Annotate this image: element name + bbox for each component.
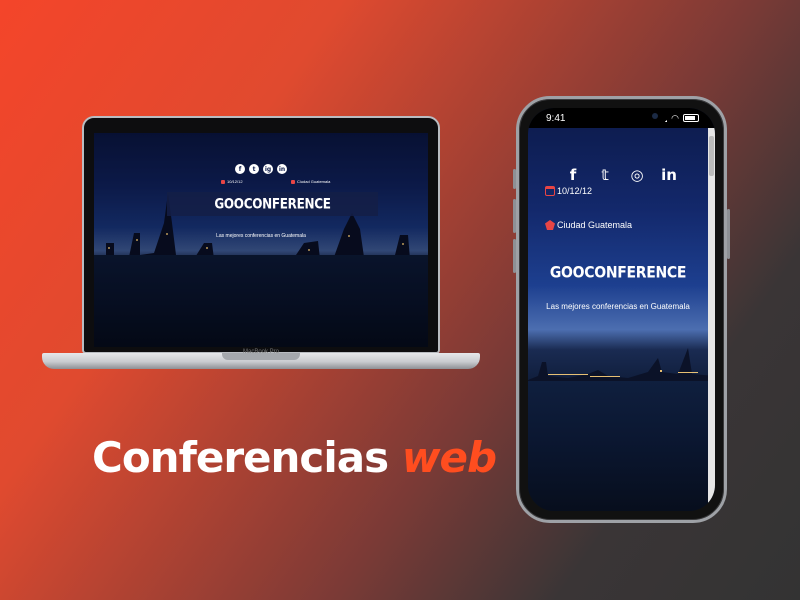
laptop-base: [42, 353, 480, 369]
river: [528, 381, 715, 511]
power-button: [727, 209, 730, 259]
event-location: Ciudad Guatemala: [545, 220, 632, 230]
calendar-icon: [545, 186, 555, 196]
twitter-icon[interactable]: t: [249, 164, 259, 174]
scrollbar[interactable]: [708, 128, 715, 511]
laptop-mockup: f t ig in 10/12/12 Ciudad Guatemala GOOC…: [82, 116, 440, 354]
facebook-icon[interactable]: f: [564, 166, 582, 184]
laptop-social-links: f t ig in: [94, 164, 428, 174]
headline-accent: web: [401, 433, 497, 482]
headline: Conferencias web: [92, 433, 497, 482]
event-date: 10/12/12: [221, 179, 243, 184]
linkedin-icon[interactable]: in: [277, 164, 287, 174]
laptop-screen: f t ig in 10/12/12 Ciudad Guatemala GOOC…: [94, 133, 428, 347]
site-tagline: Las mejores conferencias en Guatemala: [216, 233, 306, 239]
headline-main: Conferencias: [92, 433, 389, 482]
location-icon: [545, 220, 555, 230]
twitter-icon[interactable]: 𝕥: [596, 166, 614, 184]
instagram-icon[interactable]: ig: [263, 164, 273, 174]
status-time: 9:41: [546, 112, 566, 124]
event-date-text: 10/12/12: [227, 179, 243, 184]
location-icon: [291, 179, 295, 184]
event-location-text: Ciudad Guatemala: [297, 179, 331, 184]
camera-icon: [652, 113, 658, 119]
scrollbar-thumb[interactable]: [709, 136, 714, 176]
calendar-icon: [221, 179, 225, 184]
phone-social-links: f 𝕥 ◎ in: [564, 166, 678, 184]
wifi-icon: ◠: [671, 112, 679, 123]
linkedin-icon[interactable]: in: [660, 166, 678, 184]
event-location: Ciudad Guatemala: [291, 179, 330, 184]
site-title-banner: GOOCONFERENCE: [167, 192, 378, 216]
event-location-text: Ciudad Guatemala: [557, 220, 633, 230]
event-date: 10/12/12: [545, 186, 592, 196]
laptop-brand: MacBook Pro: [242, 349, 279, 355]
volume-up-button: [513, 199, 516, 233]
event-date-text: 10/12/12: [557, 186, 593, 196]
phone-mockup: 9:41 ◠ f 𝕥 ◎ in 10/12/12 Ciudad Guatemal…: [513, 96, 730, 523]
site-title: GOOCONFERENCE: [214, 195, 331, 213]
facebook-icon[interactable]: f: [235, 164, 245, 174]
site-title: GOOCONFERENCE: [549, 263, 687, 283]
phone-screen: 9:41 ◠ f 𝕥 ◎ in 10/12/12 Ciudad Guatemal…: [528, 108, 715, 511]
instagram-icon[interactable]: ◎: [628, 166, 646, 184]
site-tagline: Las mejores conferencias en Guatemala: [546, 302, 690, 311]
battery-icon: [683, 114, 699, 122]
mute-switch: [513, 169, 516, 189]
volume-down-button: [513, 239, 516, 273]
